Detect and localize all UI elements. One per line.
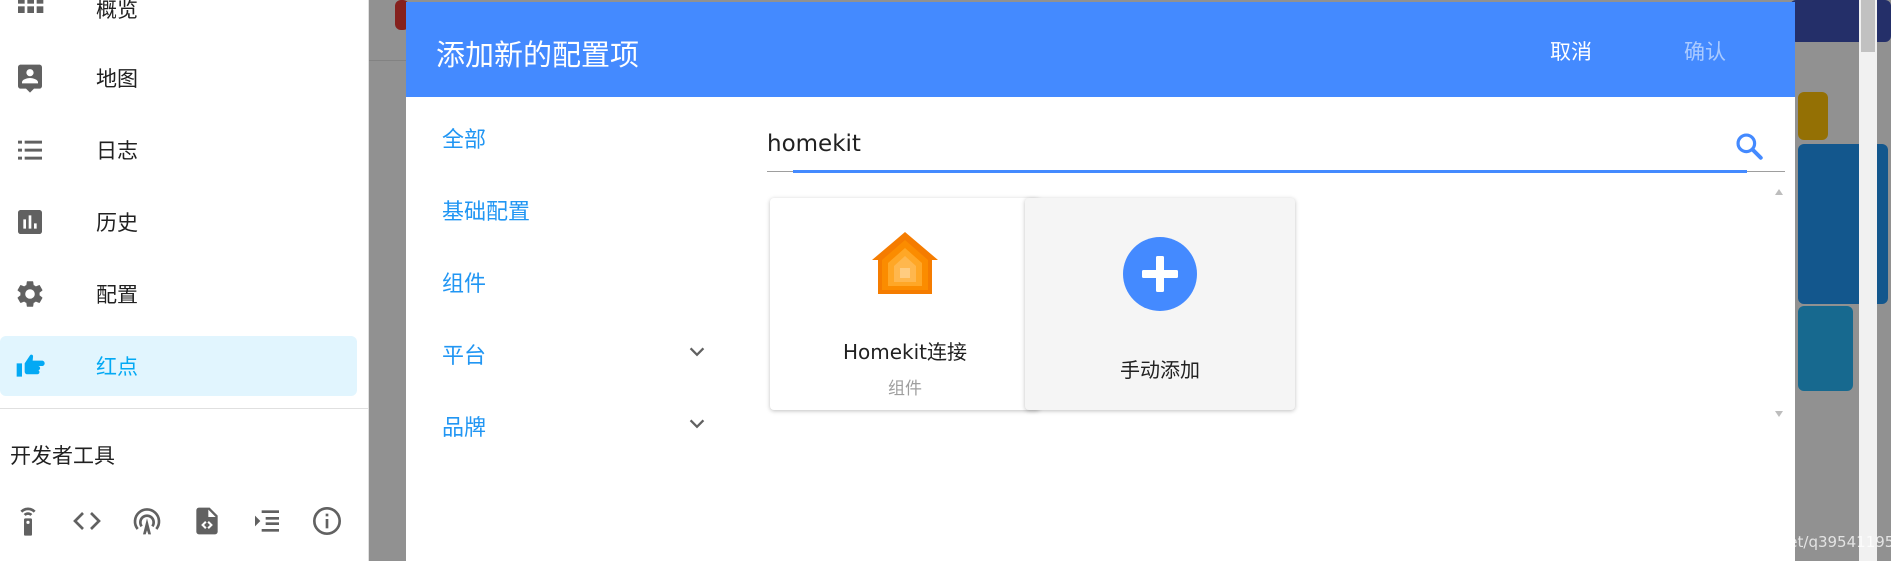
- result-card-homekit[interactable]: Homekit连接 组件: [770, 198, 1040, 410]
- add-config-dialog: 添加新的配置项 取消 确认 全部 基础配置 组件 平台 品牌 Homekit连接…: [406, 2, 1795, 561]
- confirm-button[interactable]: 确认: [1684, 36, 1726, 66]
- dialog-header: 添加新的配置项 取消 确认: [406, 2, 1795, 97]
- sidebar: 概览 地图 日志 历史 配置 红点 开发者工具: [0, 0, 369, 561]
- category-basic-config[interactable]: 基础配置: [442, 194, 530, 226]
- search-icon[interactable]: [1733, 130, 1765, 162]
- hand-pointing-icon: [16, 354, 45, 377]
- sidebar-item-reddot[interactable]: 红点: [0, 336, 357, 396]
- page-scrollbar-thumb[interactable]: [1861, 0, 1875, 52]
- category-components[interactable]: 组件: [442, 266, 486, 298]
- bar-chart-icon: [18, 210, 42, 234]
- list-icon: [18, 140, 42, 160]
- result-card-manual-add[interactable]: 手动添加: [1025, 198, 1295, 410]
- dialog-title: 添加新的配置项: [436, 38, 640, 72]
- results-scrollbar[interactable]: [1770, 182, 1788, 424]
- sidebar-divider: [0, 408, 368, 409]
- file-code-icon[interactable]: [191, 504, 223, 538]
- info-icon[interactable]: [311, 504, 343, 538]
- sidebar-item-label: 红点: [96, 355, 138, 379]
- category-brand[interactable]: 品牌: [442, 410, 486, 442]
- result-category: 组件: [888, 379, 922, 399]
- sidebar-item-label: 概览: [96, 0, 138, 22]
- search-focus-underline: [793, 170, 1747, 173]
- homekit-house-icon: [872, 232, 938, 294]
- gear-icon: [17, 281, 43, 307]
- sidebar-item-logbook[interactable]: 日志: [0, 120, 357, 180]
- sidebar-item-map[interactable]: 地图: [0, 48, 357, 108]
- category-all[interactable]: 全部: [442, 122, 486, 154]
- watermark: https://blog.csdn.net/q39541195: [1648, 533, 1891, 551]
- sidebar-item-label: 历史: [96, 211, 138, 235]
- plus-circle-icon: [1123, 237, 1197, 311]
- chevron-down-icon[interactable]: [686, 341, 708, 363]
- page-scrollbar[interactable]: [1859, 0, 1877, 561]
- cancel-button[interactable]: 取消: [1550, 36, 1592, 66]
- scroll-down-icon[interactable]: [1774, 410, 1784, 418]
- result-name: 手动添加: [1120, 358, 1200, 382]
- scroll-up-icon[interactable]: [1774, 188, 1784, 196]
- antenna-icon[interactable]: [131, 504, 163, 538]
- sidebar-item-label: 日志: [96, 139, 138, 163]
- chevron-down-icon[interactable]: [686, 413, 708, 435]
- code-icon[interactable]: [71, 504, 103, 538]
- sidebar-item-label: 地图: [96, 67, 138, 91]
- search-field: [767, 120, 1785, 173]
- template-icon[interactable]: [251, 504, 283, 538]
- remote-icon[interactable]: [12, 504, 44, 538]
- grid-icon: [18, 0, 44, 13]
- dev-tools-title: 开发者工具: [10, 444, 115, 468]
- sidebar-item-history[interactable]: 历史: [0, 192, 357, 252]
- sidebar-item-overview[interactable]: 概览: [0, 0, 357, 39]
- category-platform[interactable]: 平台: [442, 338, 486, 370]
- sidebar-item-label: 配置: [96, 283, 138, 307]
- sidebar-item-config[interactable]: 配置: [0, 264, 357, 324]
- search-input[interactable]: [767, 126, 1727, 162]
- result-name: Homekit连接: [842, 340, 968, 364]
- map-person-icon: [18, 64, 42, 93]
